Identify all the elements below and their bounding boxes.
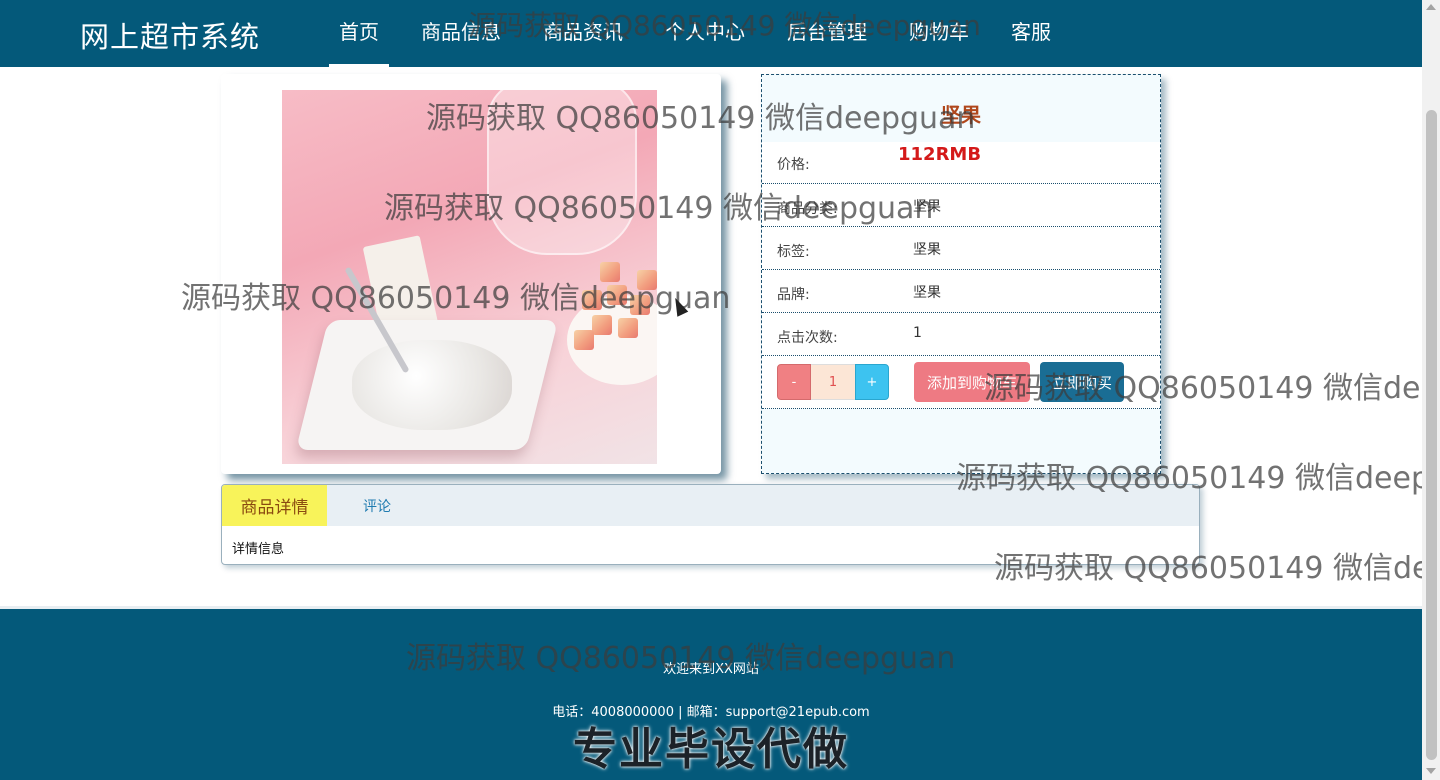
footer: 欢迎来到XX网站 电话：4008000000 | 邮箱：support@21ep…: [0, 606, 1422, 780]
tab-bar: 商品详情 评论: [222, 485, 1199, 526]
category-label: 商品分类:: [777, 201, 838, 217]
nav-product-info[interactable]: 商品信息: [411, 0, 511, 67]
category-row: 商品分类: 坚果: [762, 184, 1160, 227]
price-label: 价格:: [777, 157, 810, 173]
scroll-up-arrow-icon[interactable]: [1426, 4, 1436, 10]
product-image-card: [221, 74, 721, 474]
photo-fruit-cube: [607, 285, 627, 305]
click-count-row: 点击次数: 1: [762, 313, 1160, 356]
click-count-label: 点击次数:: [777, 330, 838, 346]
price-value: 112RMB: [898, 144, 982, 165]
buy-now-button[interactable]: 立即购买: [1040, 362, 1124, 402]
add-to-cart-button[interactable]: 添加到购物车: [914, 362, 1030, 402]
main-nav: 首页 商品信息 商品资讯 个人中心 后台管理 购物车 客服: [329, 0, 1083, 67]
category-value: 坚果: [913, 199, 941, 215]
footer-welcome: 欢迎来到XX网站: [663, 662, 759, 677]
photo-fruit-cube: [600, 262, 620, 282]
scroll-down-arrow-icon[interactable]: [1426, 768, 1436, 774]
page: 网上超市系统 首页 商品信息 商品资讯 个人中心 后台管理 购物车 客服 坚果 …: [0, 0, 1440, 780]
tag-value: 坚果: [913, 242, 941, 258]
photo-fruit-cube: [582, 290, 602, 310]
site-brand[interactable]: 网上超市系统: [80, 14, 260, 56]
product-tabs-panel: 商品详情 评论 详情信息: [221, 484, 1200, 565]
tab-comments[interactable]: 评论: [327, 485, 427, 526]
photo-fruit-cube: [574, 330, 594, 350]
tab-content: 详情信息: [232, 542, 285, 557]
scrollbar-thumb[interactable]: [1426, 110, 1437, 760]
top-navbar: 网上超市系统 首页 商品信息 商品资讯 个人中心 后台管理 购物车 客服: [0, 0, 1422, 67]
photo-jelly: [352, 340, 512, 430]
nav-cart[interactable]: 购物车: [899, 0, 979, 67]
nav-home[interactable]: 首页: [329, 0, 389, 67]
nav-product-news[interactable]: 商品资讯: [533, 0, 633, 67]
nav-admin[interactable]: 后台管理: [777, 0, 877, 67]
page-scrollbar[interactable]: [1422, 0, 1440, 780]
brand-row: 品牌: 坚果: [762, 270, 1160, 313]
nav-customer-service[interactable]: 客服: [1001, 0, 1061, 67]
quantity-increase-button[interactable]: +: [855, 364, 889, 400]
product-title: 坚果: [941, 103, 981, 127]
click-count-value: 1: [913, 325, 922, 341]
photo-fruit-cube: [637, 270, 657, 290]
photo-fruit-cube: [592, 315, 612, 335]
brand-value: 坚果: [913, 285, 941, 301]
product-photo: [282, 90, 657, 464]
brand-label: 品牌:: [777, 287, 810, 303]
quantity-decrease-button[interactable]: -: [777, 364, 811, 400]
product-detail-panel: 坚果 价格: 112RMB 商品分类: 坚果 标签: 坚果 品牌: 坚果 点击次…: [761, 74, 1161, 474]
photo-glass: [487, 90, 637, 255]
tag-row: 标签: 坚果: [762, 227, 1160, 270]
photo-fruit-cube: [630, 295, 650, 315]
tag-label: 标签:: [777, 244, 810, 260]
footer-slogan: 专业毕设代做: [573, 724, 849, 775]
nav-personal-center[interactable]: 个人中心: [655, 0, 755, 67]
quantity-input[interactable]: 1: [811, 364, 855, 400]
photo-fruit-cube: [618, 318, 638, 338]
tab-product-details[interactable]: 商品详情: [222, 485, 327, 526]
price-row: 价格: 112RMB: [762, 142, 1160, 184]
quantity-stepper: - 1 +: [777, 364, 889, 400]
